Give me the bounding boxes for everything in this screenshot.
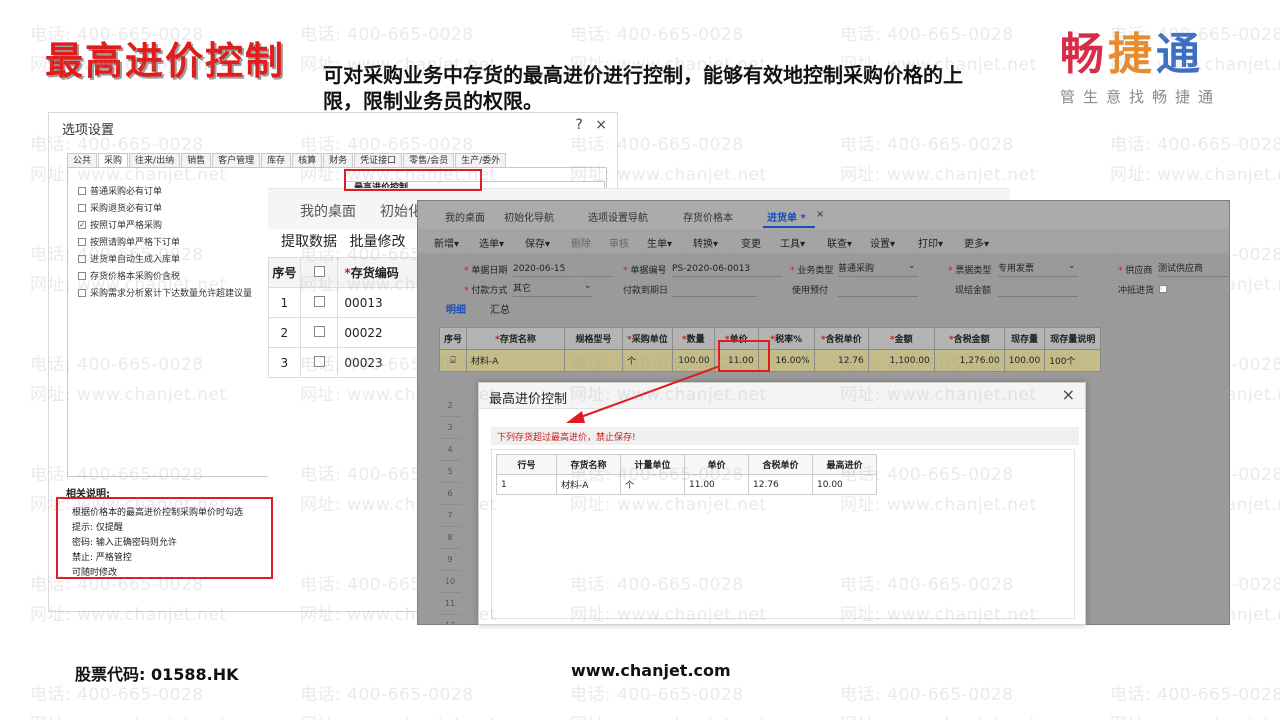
arrow-icon <box>566 365 721 423</box>
